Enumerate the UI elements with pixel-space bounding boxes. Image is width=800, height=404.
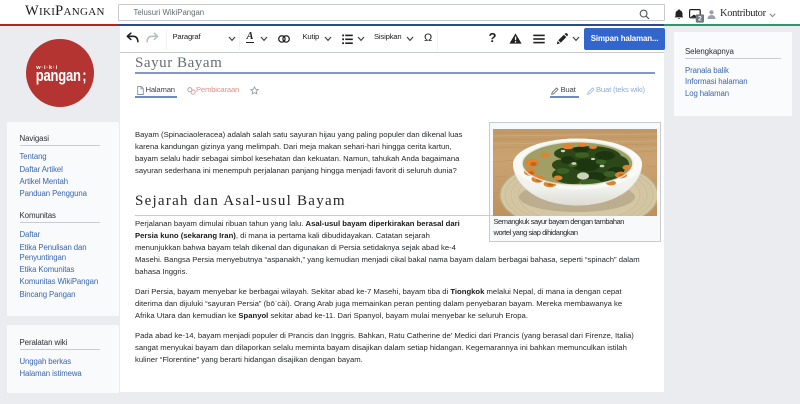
svg-text:2: 2 — [698, 15, 702, 22]
svg-text:pangan;: pangan; — [36, 66, 87, 85]
